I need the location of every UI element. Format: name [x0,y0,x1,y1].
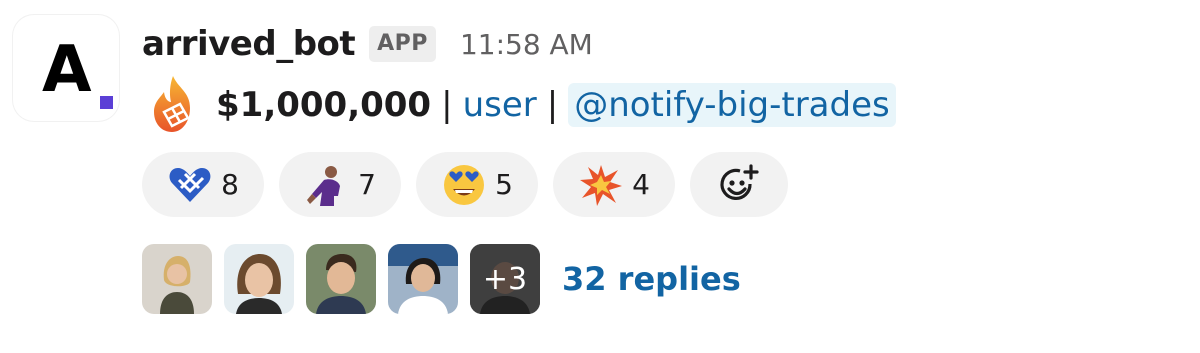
reply-avatar [142,244,212,314]
reaction-count: 8 [221,168,239,201]
message-header: arrived_bot APP 11:58 AM [142,20,593,68]
app-logo-dot [100,96,113,109]
person-photo-icon [306,244,376,314]
reply-avatar [224,244,294,314]
reaction-count: 7 [358,168,376,201]
reply-count-link[interactable]: 32 replies [562,260,741,298]
timestamp[interactable]: 11:58 AM [460,28,593,61]
heart-eyes-icon [444,164,485,205]
app-badge: APP [369,26,436,62]
sender-name[interactable]: arrived_bot [142,24,356,64]
reaction-heart[interactable]: 8 [142,152,264,217]
reaction-count: 4 [632,168,650,201]
group-mention[interactable]: @notify-big-trades [568,83,896,127]
fire-icon [154,76,190,132]
reaction-heart-eyes[interactable]: 5 [416,152,538,217]
reaction-count: 5 [495,168,513,201]
more-participants-avatar: +3 [470,244,540,314]
trade-amount: $1,000,000 [216,85,432,125]
person-photo-icon [388,244,458,314]
separator: | [546,85,559,125]
reaction-boom[interactable]: 4 [553,152,675,217]
heart-icon [169,167,211,202]
person-icon [307,165,341,206]
add-reaction-button[interactable] [690,152,788,217]
message-body: $1,000,000 | user | @notify-big-trades [142,74,896,136]
slack-message: A arrived_bot APP 11:58 AM $1,000,000 | … [0,0,1200,353]
person-photo-icon [142,244,212,314]
boom-icon [580,164,623,206]
more-participants-count: +3 [482,261,528,297]
person-photo-icon [224,244,294,314]
reply-avatar [388,244,458,314]
reaction-person[interactable]: 7 [279,152,401,217]
user-link[interactable]: user [463,85,537,125]
reply-avatar [306,244,376,314]
reactions-bar: 8 7 5 4 [142,152,788,217]
thread-replies[interactable]: +3 32 replies [142,244,741,314]
app-logo-letter: A [42,33,92,107]
app-avatar[interactable]: A [12,14,120,122]
separator: | [441,85,453,125]
add-reaction-icon [720,163,759,200]
